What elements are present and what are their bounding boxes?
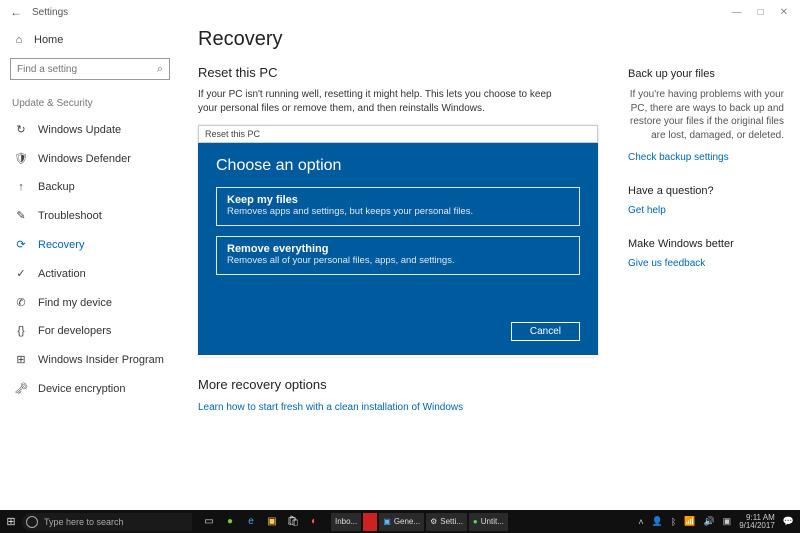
option-title: Keep my files [227,194,569,206]
battery-icon[interactable]: ▣ [723,516,732,527]
search-box[interactable]: ⌕ [10,58,170,80]
locate-icon: ✆ [14,296,28,309]
reset-section-title: Reset this PC [198,65,598,80]
recovery-icon: ⟳ [14,238,28,251]
task-item[interactable]: Inbo... [331,513,361,531]
taskbar-tasks: Inbo... ▣Gene... ⚙Setti... ●Untit... [331,510,508,533]
volume-icon[interactable]: 🔊 [703,516,714,527]
home-icon: ⌂ [12,34,26,46]
feedback-link[interactable]: Give us feedback [628,258,784,269]
code-icon: {} [14,325,28,337]
option-keep-my-files[interactable]: Keep my files Removes apps and settings,… [216,187,580,226]
pinned-apps: ▭ ● e ▣ 🛍 ◐ [200,510,323,533]
check-backup-link[interactable]: Check backup settings [628,152,784,163]
store-icon[interactable]: 🛍 [284,513,302,531]
option-desc: Removes all of your personal files, apps… [227,255,569,266]
search-input[interactable] [17,64,157,75]
people-icon[interactable]: 👤 [652,516,663,527]
sidebar-item-label: Recovery [38,239,84,251]
window-title: Settings [32,7,68,18]
reset-dialog: Reset this PC Choose an option Keep my f… [198,125,598,357]
question-heading: Have a question? [628,185,784,197]
sidebar-item-find-my-device[interactable]: ✆ Find my device [10,288,170,317]
option-desc: Removes apps and settings, but keeps you… [227,206,569,217]
sidebar: ⌂ Home ⌕ Update & Security ↻ Windows Upd… [0,24,180,510]
search-icon: ⌕ [157,63,163,76]
lock-icon: 🗝 [14,382,28,395]
right-column: Back up your files If you're having prob… [618,24,800,510]
more-recovery-title: More recovery options [198,377,598,392]
sidebar-home[interactable]: ⌂ Home [10,28,170,52]
sidebar-item-label: Find my device [38,297,112,309]
sidebar-item-insider[interactable]: ⊞ Windows Insider Program [10,345,170,374]
option-title: Remove everything [227,243,569,255]
reset-description: If your PC isn't running well, resetting… [198,88,558,115]
get-help-link[interactable]: Get help [628,205,784,216]
cancel-button[interactable]: Cancel [511,322,580,341]
backup-text: If you're having problems with your PC, … [628,88,784,142]
app-icon[interactable]: ◐ [305,513,323,531]
sidebar-item-recovery[interactable]: ⟳ Recovery [10,230,170,259]
wifi-icon[interactable]: 📶 [684,516,695,527]
cortana-icon [26,516,38,528]
sidebar-item-troubleshoot[interactable]: ✎ Troubleshoot [10,201,170,230]
task-item-settings[interactable]: ⚙Setti... [426,513,467,531]
bluetooth-icon[interactable]: ᛒ [671,517,676,527]
sidebar-item-device-encryption[interactable]: 🗝 Device encryption [10,374,170,403]
maximize-button[interactable]: □ [758,7,764,18]
windows-icon: ⊞ [14,353,28,366]
sidebar-item-windows-update[interactable]: ↻ Windows Update [10,115,170,144]
back-button[interactable]: ← [6,5,26,19]
dialog-titlebar: Reset this PC [198,125,598,143]
wrench-icon: ✎ [14,209,28,222]
home-label: Home [34,34,63,46]
sidebar-item-activation[interactable]: ✓ Activation [10,259,170,288]
option-remove-everything[interactable]: Remove everything Removes all of your pe… [216,236,580,275]
page-title: Recovery [198,28,598,51]
start-button[interactable]: ⊞ [0,515,22,528]
up-arrow-icon: ↑ [14,181,28,193]
fresh-start-link[interactable]: Learn how to start fresh with a clean in… [198,402,598,413]
edge-icon[interactable]: e [242,513,260,531]
sidebar-group-label: Update & Security [12,98,170,109]
task-item[interactable]: ▣Gene... [379,513,424,531]
sidebar-item-label: Backup [38,181,75,193]
taskbar-search[interactable]: Type here to search [22,513,192,531]
sync-icon: ↻ [14,123,28,136]
main-content: Recovery Reset this PC If your PC isn't … [180,24,618,510]
minimize-button[interactable]: — [732,7,742,18]
taskbar-search-placeholder: Type here to search [44,517,124,527]
system-tray: ˄ 👤 ᛒ 📶 🔊 ▣ 9:11 AM 9/14/2017 💬 [638,514,800,530]
dialog-heading: Choose an option [216,157,580,175]
task-item[interactable]: ●Untit... [469,513,508,531]
sidebar-item-label: Windows Update [38,124,121,136]
window-titlebar: ← Settings — □ ✕ [0,0,800,24]
taskbar-clock[interactable]: 9:11 AM 9/14/2017 [739,514,775,530]
sidebar-item-label: Troubleshoot [38,210,102,222]
notifications-icon[interactable]: 💬 [783,516,794,527]
sidebar-item-label: Activation [38,268,86,280]
better-heading: Make Windows better [628,238,784,250]
sidebar-item-windows-defender[interactable]: 🛡 Windows Defender [10,144,170,173]
sidebar-item-backup[interactable]: ↑ Backup [10,173,170,201]
sidebar-item-for-developers[interactable]: {} For developers [10,317,170,345]
app-icon[interactable]: ● [221,513,239,531]
task-item[interactable] [363,513,377,531]
sidebar-item-label: Windows Insider Program [38,354,164,366]
close-button[interactable]: ✕ [780,7,788,18]
check-icon: ✓ [14,267,28,280]
sidebar-item-label: Windows Defender [38,153,131,165]
shield-icon: 🛡 [14,152,28,165]
tray-chevron-icon[interactable]: ˄ [638,517,643,527]
explorer-icon[interactable]: ▣ [263,513,281,531]
sidebar-item-label: For developers [38,325,111,337]
taskbar: ⊞ Type here to search ▭ ● e ▣ 🛍 ◐ Inbo..… [0,510,800,533]
backup-heading: Back up your files [628,68,784,80]
sidebar-item-label: Device encryption [38,383,125,395]
clock-date: 9/14/2017 [739,522,775,530]
taskview-icon[interactable]: ▭ [200,513,218,531]
